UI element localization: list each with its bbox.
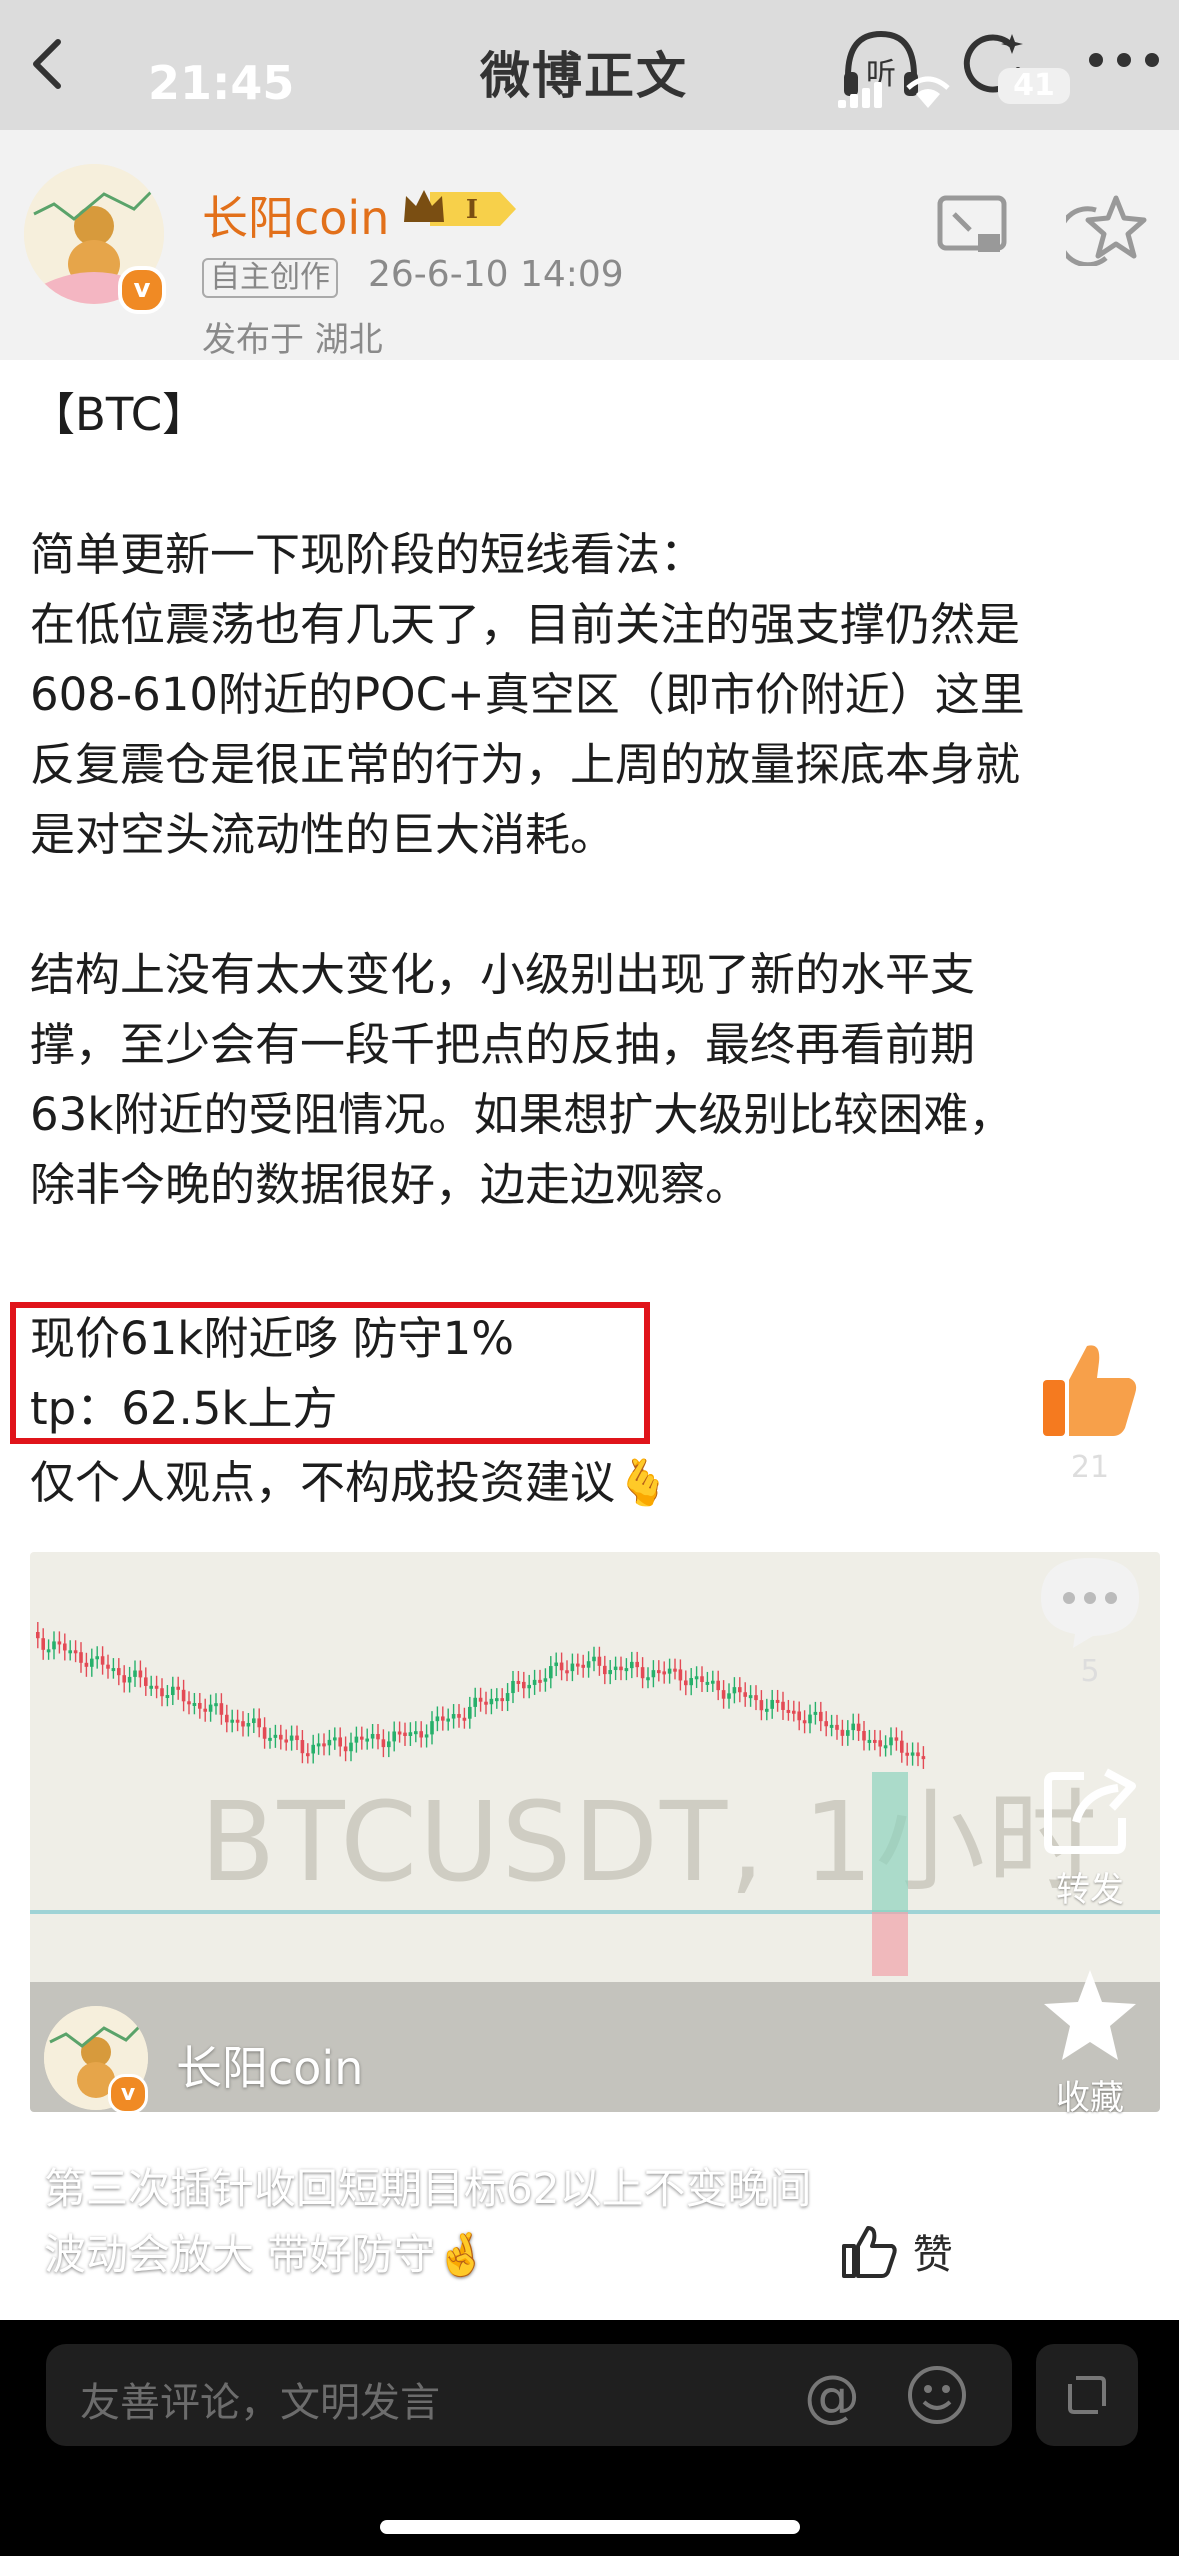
caption-line-1: 第三次插针收回短期目标62以上不变晚间 [44, 2164, 812, 2213]
thumb-up-icon [1043, 1345, 1137, 1436]
status-time: 21:45 [148, 56, 295, 110]
play-count[interactable]: 1192 [546, 2222, 749, 2268]
favorite-label: 收藏 [1056, 2078, 1124, 2118]
take-profit-zone [872, 1772, 908, 1912]
comment-input[interactable]: 友善评论，文明发言 @ [46, 2344, 1012, 2446]
vip-crown-icon[interactable]: I [400, 184, 520, 234]
progress-fill [46, 2310, 286, 2320]
stop-loss-zone [872, 1912, 908, 1976]
disclaimer-text: 仅个人观点，不构成投资建议 [30, 1456, 616, 1509]
battery-indicator: 41 [998, 68, 1070, 104]
comment-bar: 友善评论，文明发言 @ [0, 2320, 1179, 2556]
post-location: 发布于 湖北 [202, 320, 383, 360]
mention-icon[interactable]: @ [804, 2364, 860, 2429]
back-icon[interactable] [22, 36, 78, 92]
post-line: 【BTC】 [30, 388, 208, 441]
rail-comment[interactable]: 5 [1030, 1550, 1150, 1689]
expand-icon [1068, 2376, 1106, 2414]
post-line: 除非今晚的数据很好，边走边观察。 [30, 1158, 751, 1211]
author-header: v 长阳coin I 自主创作 26-6-10 14:09 发布于 湖北 [0, 130, 1179, 360]
original-tag: 自主创作 [202, 258, 338, 298]
page-title: 微博正文 [480, 47, 688, 105]
disclaimer: 仅个人观点，不构成投资建议🫰 [30, 1448, 671, 1518]
video-progress-bar[interactable] [46, 2303, 1136, 2327]
post-line: 是对空头流动性的巨大消耗。 [30, 808, 616, 861]
author-name[interactable]: 长阳coin [202, 182, 389, 248]
finger-heart-emoji: 🫰 [615, 1456, 672, 1509]
rail-favorite[interactable]: 收藏 [1030, 1966, 1150, 2119]
video-verified-badge: v [108, 2074, 148, 2114]
thumb-up-outline-icon [842, 2226, 897, 2278]
verified-badge: v [118, 266, 166, 314]
post-line: 撑，至少会有一段千把点的反抽，最终再看前期 [30, 1018, 976, 1071]
video-player[interactable]: BTCUSDT, 1小时 [30, 1552, 1160, 2112]
post-line: 在低位震荡也有几天了，目前关注的强支撑仍然是 [30, 598, 1021, 651]
fingers-crossed-emoji: 🤞 [435, 2230, 488, 2279]
play-count-icon [547, 2225, 591, 2263]
trade-highlight: 现价61k附近哆 防守1% tp：62.5k上方 [30, 1304, 514, 1444]
video-caption: 第三次插针收回短期目标62以上不变晚间 波动会放大 带好防守🤞 [44, 2156, 944, 2288]
expand-button[interactable] [1036, 2344, 1138, 2446]
top-nav-bar: 21:45 微博正文 听 41 [0, 0, 1179, 130]
comment-icon [1041, 1558, 1139, 1648]
cast-screen-icon[interactable] [936, 194, 1008, 258]
emoji-icon[interactable] [906, 2364, 968, 2426]
comment-count: 5 [1080, 1654, 1100, 1689]
entry-line: 现价61k附近哆 防守1% [30, 1312, 515, 1365]
video-author-name[interactable]: 长阳coin [176, 2032, 363, 2098]
comment-placeholder: 友善评论，文明发言 [80, 2380, 440, 2426]
like-count: 21 [1070, 1450, 1110, 1485]
post-line: 63k附近的受阻情况。如果想扩大级别比较困难， [30, 1088, 1014, 1141]
level-badge-text: I [466, 195, 478, 225]
signal-wifi-icon [838, 76, 950, 108]
target-line: tp：62.5k上方 [30, 1382, 338, 1435]
video-like-button[interactable]: 赞 [838, 2222, 953, 2280]
rail-like[interactable]: 21 [1030, 1336, 1150, 1485]
candlestick-chart [30, 1622, 1160, 2112]
weibo-post-page: 21:45 微博正文 听 41 v 长阳coin I 自主创作 26-6-10 … [0, 0, 1179, 2556]
post-line: 反复震仓是很正常的行为，上周的放量探底本身就 [30, 738, 1021, 791]
home-indicator [380, 2520, 800, 2534]
star-icon [1044, 1970, 1136, 2060]
more-options-icon[interactable] [1084, 40, 1164, 80]
caption-line-2-text: 波动会放大 带好防守 [44, 2230, 436, 2279]
caption-line-2: 波动会放大 带好防守🤞 [44, 2222, 944, 2288]
post-body: 【BTC】 简单更新一下现阶段的短线看法： 在低位震荡也有几天了，目前关注的强支… [30, 380, 1150, 1220]
favorite-outline-icon[interactable] [1066, 192, 1148, 266]
post-date: 26-6-10 14:09 [368, 254, 624, 295]
video-like-label: 赞 [912, 2232, 953, 2278]
share-icon [1044, 1768, 1136, 1854]
video-more-icon[interactable] [1040, 2210, 1136, 2240]
chevron-down-icon [721, 2238, 747, 2255]
post-line: 608-610附近的POC+真空区（即市价附近）这里 [30, 668, 1025, 721]
post-line: 结构上没有太大变化，小级别出现了新的水平支 [30, 948, 976, 1001]
play-count-value: 1192 [604, 2222, 707, 2268]
share-label: 转发 [1056, 1870, 1124, 1910]
post-line: 简单更新一下现阶段的短线看法： [30, 528, 706, 581]
rail-share[interactable]: 转发 [1030, 1762, 1150, 1911]
